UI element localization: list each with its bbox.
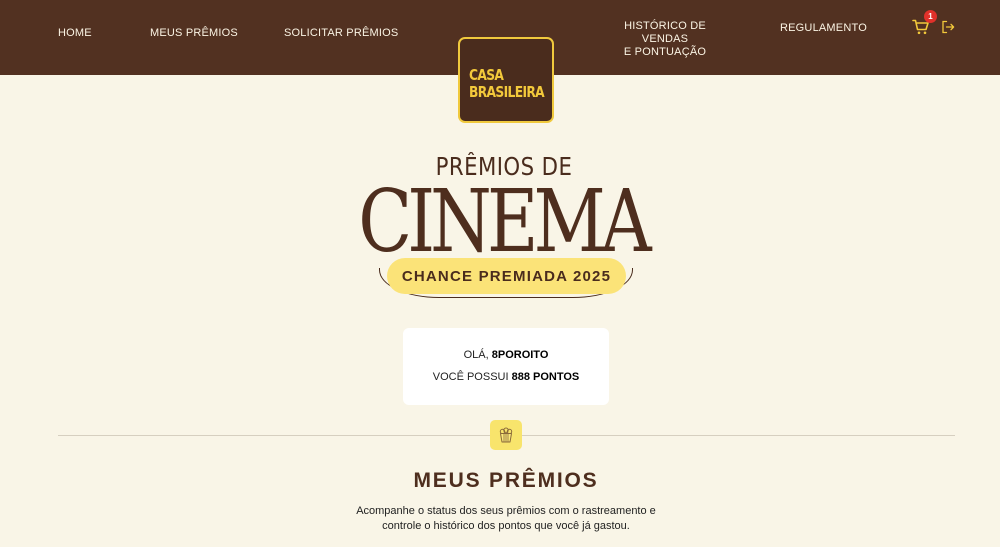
greeting-line: OLÁ, 8POROITO bbox=[403, 349, 609, 361]
nav-historico-link[interactable]: HISTÓRICO DE VENDAS E PONTUAÇÃO bbox=[606, 20, 724, 59]
nav-historico-line2: E PONTUAÇÃO bbox=[623, 46, 707, 58]
section-title: MEUS PRÊMIOS bbox=[413, 469, 599, 492]
hero-cinema-title: CINEMA bbox=[358, 172, 652, 272]
username: 8POROITO bbox=[491, 349, 549, 361]
section-description: Acompanhe o status dos seus prêmios com … bbox=[356, 505, 656, 532]
logout-icon[interactable] bbox=[941, 20, 955, 34]
popcorn-icon bbox=[499, 427, 513, 443]
points-line: VOCÊ POSSUI 888 PONTOS bbox=[403, 371, 609, 383]
nav-historico-line1: HISTÓRICO DE VENDAS bbox=[624, 20, 706, 45]
logo-line-2: BRASILEIRA bbox=[469, 83, 545, 101]
points-value: 888 PONTOS bbox=[511, 371, 580, 383]
user-points-card: OLÁ, 8POROITO VOCÊ POSSUI 888 PONTOS bbox=[403, 328, 609, 405]
nav-meus-premios-link[interactable]: MEUS PRÊMIOS bbox=[150, 27, 238, 40]
nav-home-link[interactable]: HOME bbox=[58, 27, 92, 40]
nav-regulamento-link[interactable]: REGULAMENTO bbox=[780, 22, 867, 35]
hero-chance-premiada-banner: CHANCE PREMIADA 2025 bbox=[387, 258, 626, 294]
greeting-prefix: OLÁ, bbox=[463, 349, 492, 361]
cart-count-badge: 1 bbox=[924, 10, 937, 23]
logo-line-1: CASA bbox=[469, 66, 504, 84]
popcorn-badge bbox=[490, 420, 522, 450]
points-prefix: VOCÊ POSSUI bbox=[432, 371, 512, 383]
nav-solicitar-premios-link[interactable]: SOLICITAR PRÊMIOS bbox=[284, 27, 398, 40]
casa-brasileira-logo[interactable]: CASA BRASILEIRA bbox=[458, 37, 554, 123]
